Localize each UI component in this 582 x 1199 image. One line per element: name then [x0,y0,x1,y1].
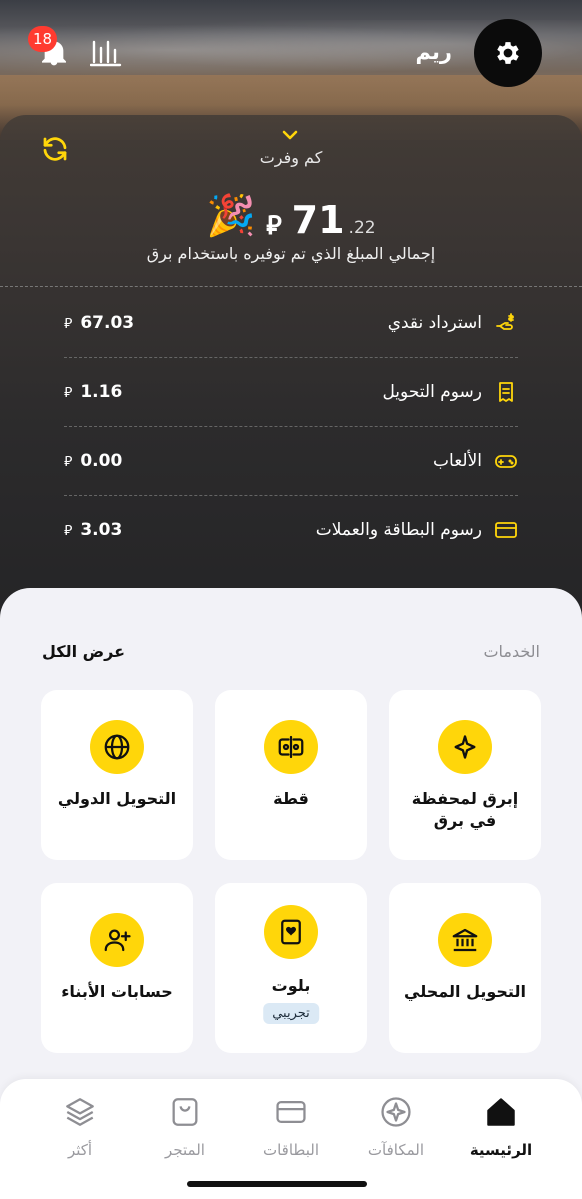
total-savings: 🎉 ⃁ 71 .22 [0,190,582,242]
divider [0,286,582,287]
bank-icon [452,928,478,952]
service-icon-circle [438,913,492,967]
gamepad-icon [495,455,517,468]
row-label: رسوم التحويل [382,380,518,404]
sparkle-icon [454,735,476,759]
split-icon [278,735,304,759]
savings-row-games[interactable]: ⃁ 0.00 الألعاب [64,427,518,495]
gear-icon [497,42,519,64]
beta-badge: تجريبي [263,1003,319,1024]
service-international-transfer[interactable]: التحويل الدولي [41,690,193,860]
currency-symbol: ⃁ [64,454,73,470]
total-amount-integer: 71 [291,198,345,242]
tab-cards[interactable]: البطاقات [246,1095,336,1159]
currency-symbol: ⃁ [64,316,73,332]
row-label-text: الألعاب [433,451,482,471]
layers-icon [66,1098,94,1126]
row-label-text: رسوم التحويل [382,382,482,402]
row-amount: ⃁ 67.03 [64,313,134,333]
row-label: استرداد نقدي [388,311,518,335]
row-amount-value: 3.03 [80,520,123,540]
home-icon [487,1098,515,1126]
savings-row-card-fees[interactable]: ⃁ 3.03 رسوم البطاقة والعملات [64,496,518,564]
service-kids-accounts[interactable]: حسابات الأبناء [41,883,193,1053]
tab-label: الرئيسية [469,1141,533,1159]
savings-row-transfer-fees[interactable]: ⃁ 1.16 رسوم التحويل [64,358,518,426]
total-savings-label: إجمالي المبلغ الذي تم توفيره باستخدام بر… [146,244,436,263]
username: ريم [415,40,452,64]
row-label: الألعاب [433,449,518,473]
service-baloot[interactable]: بلوت تجريبي [215,883,367,1053]
top-bar: ريم 18 [0,0,582,110]
row-amount: ⃁ 3.03 [64,520,122,540]
service-wallet-transfer[interactable]: إبرق لمحفظة في برق [389,690,541,860]
tab-store[interactable]: المتجر [140,1095,230,1159]
savings-period-selector[interactable]: كم وفرت [0,148,582,167]
settings-button[interactable] [474,19,542,87]
see-all-link[interactable]: عرض الكل [42,642,125,661]
service-icon-circle [264,905,318,959]
bag-icon [172,1098,198,1126]
tab-home[interactable]: الرئيسية [456,1095,546,1159]
row-amount: ⃁ 1.16 [64,382,122,402]
compass-icon [381,1097,411,1127]
currency-symbol: ⃁ [266,211,282,241]
card-icon [276,1100,306,1124]
service-label: حسابات الأبناء [61,982,173,1001]
savings-row-cashback[interactable]: ⃁ 67.03 استرداد نقدي [64,289,518,357]
tab-rewards[interactable]: المكافآت [351,1095,441,1159]
cashback-icon [496,313,514,330]
chevron-down-icon[interactable] [281,128,299,142]
row-amount-value: 1.16 [80,382,123,402]
receipt-icon [499,382,513,402]
stats-icon[interactable] [90,38,122,68]
tab-label: البطاقات [262,1141,319,1159]
service-local-transfer[interactable]: التحويل المحلي [389,883,541,1053]
service-icon-circle [438,720,492,774]
service-label: قطة [273,789,309,808]
party-popper-icon: 🎉 [206,193,257,239]
row-label-text: استرداد نقدي [387,313,482,333]
service-split[interactable]: قطة [215,690,367,860]
row-label-text: رسوم البطاقة والعملات [315,520,482,540]
service-icon-circle [90,720,144,774]
add-user-icon [104,929,131,952]
playing-card-icon [281,919,301,945]
total-amount: 71 .22 [292,198,376,242]
home-indicator [187,1181,367,1187]
currency-symbol: ⃁ [64,523,73,539]
service-label: بلوت [271,976,311,995]
row-amount-value: 0.00 [80,451,123,471]
row-amount: ⃁ 0.00 [64,451,122,471]
notification-badge: 18 [28,26,58,52]
service-icon-circle [264,720,318,774]
tab-label: المتجر [165,1141,205,1159]
currency-symbol: ⃁ [64,385,73,401]
tab-label: أكثر [67,1141,93,1159]
card-icon [495,522,517,538]
service-label: التحويل المحلي [404,982,526,1001]
service-icon-circle [90,913,144,967]
tab-more[interactable]: أكثر [35,1095,125,1159]
globe-icon [104,734,130,760]
service-label: إبرق لمحفظة في برق [411,789,519,830]
row-amount-value: 67.03 [80,313,135,333]
total-amount-decimal: .22 [348,218,376,238]
tab-label: المكافآت [367,1141,425,1159]
service-label: التحويل الدولي [57,789,177,808]
services-title: الخدمات [483,642,540,661]
row-label: رسوم البطاقة والعملات [316,518,518,542]
